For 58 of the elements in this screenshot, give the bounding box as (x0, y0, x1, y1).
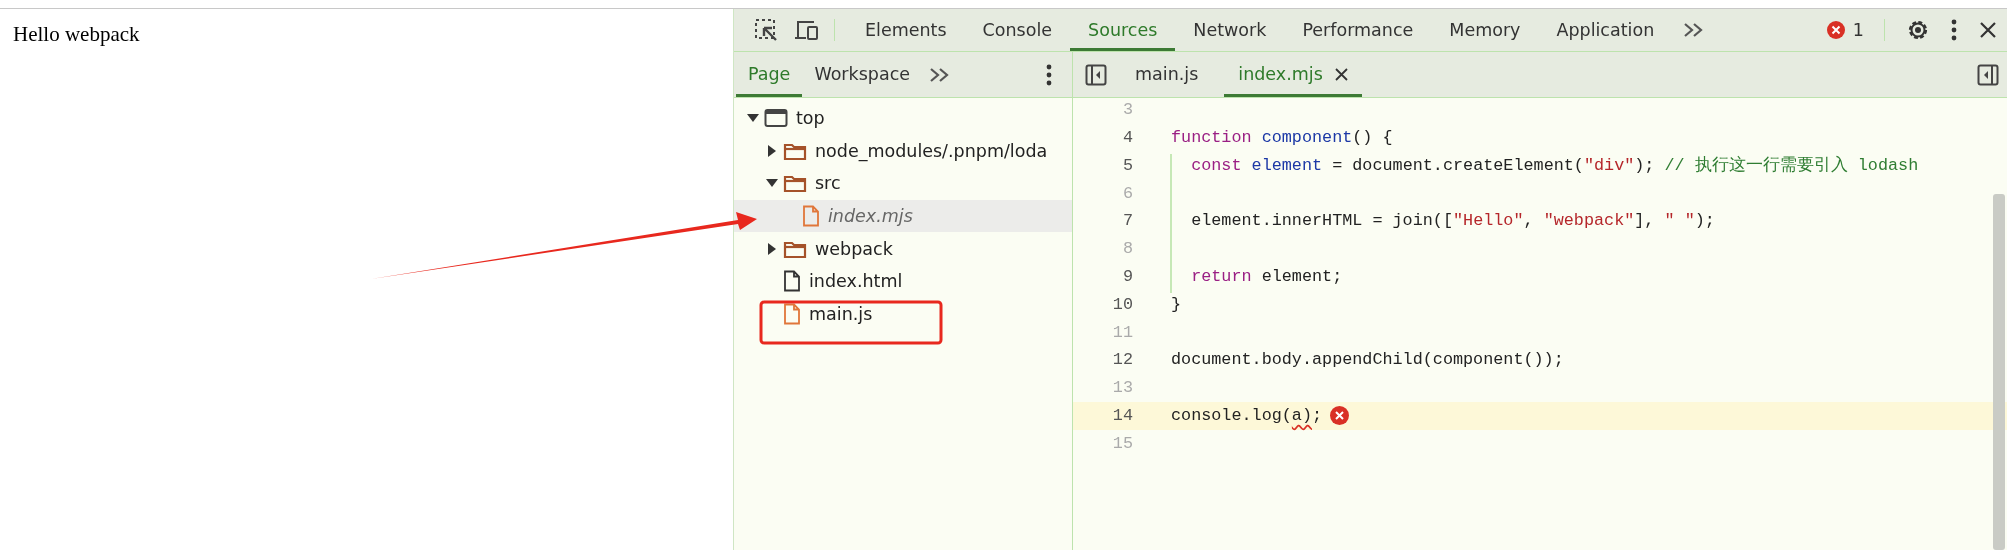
tree-item[interactable]: index.html (734, 264, 1072, 298)
line-number: 7 (1121, 210, 1133, 233)
line-number: 6 (1121, 182, 1133, 205)
sidebar-toggle-icon[interactable] (1977, 63, 1999, 86)
error-counter[interactable]: 1 (1818, 9, 1872, 51)
more-tabs-icon[interactable] (1682, 21, 1705, 39)
file-icon (783, 270, 801, 293)
close-icon[interactable] (1334, 68, 1348, 81)
line-number: 14 (1111, 405, 1133, 428)
navigator-tab[interactable]: Workspace (802, 52, 923, 97)
code-line: return element; (1190, 266, 1343, 289)
panel-tab[interactable]: Memory (1431, 9, 1539, 51)
folder-icon (783, 173, 807, 194)
device-icon[interactable] (794, 19, 820, 41)
page-text: Hello webpack (13, 21, 141, 48)
kebab-menu-icon[interactable] (1951, 19, 1957, 41)
collapsed-triangle-icon[interactable] (766, 144, 778, 157)
kebab-menu-icon[interactable] (1046, 63, 1052, 86)
file-icon (783, 302, 801, 325)
more-tabs-icon[interactable] (928, 65, 951, 84)
line-number: 11 (1111, 321, 1133, 344)
line-number: 9 (1121, 266, 1133, 289)
code-line: function component() { (1171, 127, 1393, 150)
code-line: console.log(a); (1171, 405, 1323, 428)
code-line: document.body.appendChild(component()); (1171, 349, 1564, 372)
sidebar-toggle-icon[interactable] (1085, 63, 1107, 86)
tree-item[interactable]: webpack (734, 232, 1072, 265)
tree-item[interactable]: src (734, 167, 1072, 200)
editor-tab[interactable]: index.mjs (1224, 52, 1362, 97)
panel-tab[interactable]: Performance (1284, 9, 1432, 51)
line-number: 10 (1111, 293, 1133, 316)
line-number: 13 (1111, 377, 1133, 400)
code-line: const element = document.createElement("div"); // 执行这一行需要引入 lodash (1190, 154, 1919, 177)
tree-item[interactable]: main.js (734, 297, 1072, 331)
panel-tab[interactable]: Application (1538, 9, 1673, 51)
tree-item[interactable]: index.mjs (734, 199, 1072, 233)
file-icon (802, 205, 820, 228)
line-number: 12 (1111, 349, 1133, 372)
panel-tab[interactable]: Console (964, 9, 1071, 51)
navigator-tab[interactable]: Page (736, 52, 803, 97)
line-number: 4 (1121, 127, 1133, 150)
error-icon (1826, 21, 1845, 39)
frame-icon (764, 108, 788, 129)
editor-tab[interactable]: main.js (1121, 52, 1213, 97)
line-number: 3 (1121, 99, 1133, 122)
line-number: 15 (1111, 432, 1133, 455)
scrollbar-thumb[interactable] (1993, 194, 2005, 550)
code-line: } (1171, 293, 1182, 316)
panel-tab[interactable]: Network (1175, 9, 1285, 51)
inspect-icon[interactable] (754, 18, 778, 42)
tree-item[interactable]: top (734, 102, 1072, 135)
close-icon[interactable] (1979, 21, 1997, 39)
line-number: 8 (1121, 238, 1133, 261)
collapsed-triangle-icon[interactable] (766, 242, 778, 255)
panel-tab[interactable]: Elements (847, 9, 965, 51)
code-line: element.innerHTML = join(["Hello", "webpack"], " "); (1190, 210, 1715, 233)
line-number: 5 (1121, 154, 1133, 177)
tree-item[interactable]: node_modules/.pnpm/loda (734, 134, 1072, 168)
